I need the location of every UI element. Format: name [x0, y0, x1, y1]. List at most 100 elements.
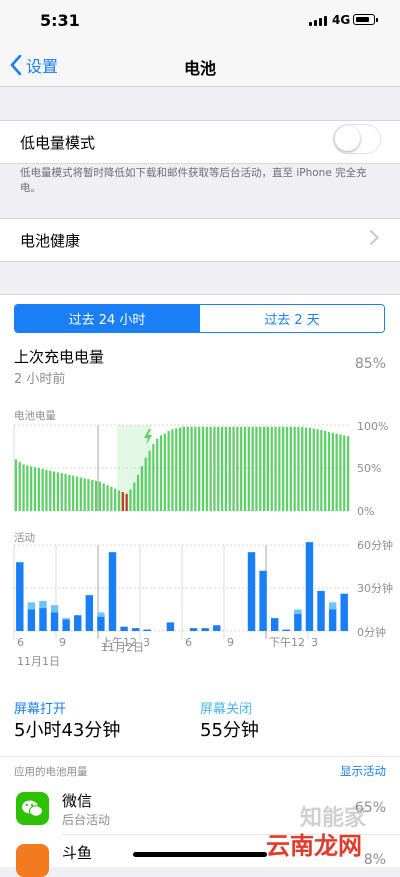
activity-y-label-60: 60分钟 [357, 538, 393, 552]
battery-bar [343, 435, 346, 511]
wechat-icon [16, 792, 49, 825]
x-tick-label: 3 [143, 636, 150, 649]
last-charge-time: 2 小时前 [14, 372, 66, 387]
screen-off-bar [328, 602, 337, 610]
battery-bar [114, 488, 117, 511]
battery-bar [255, 426, 258, 511]
battery-bar [83, 478, 86, 511]
tab-2-days[interactable]: 过去 2 天 [199, 305, 384, 332]
battery-bar [304, 427, 308, 511]
screen-on-bar [143, 629, 151, 631]
low-power-toggle[interactable] [333, 124, 381, 154]
date-label-nov1: 11月1日 [17, 655, 60, 668]
battery-bar [30, 466, 33, 511]
screen-off-bar [39, 600, 47, 609]
screen-on-bar [189, 628, 198, 631]
battery-bar [301, 426, 304, 511]
screen-on-bar [270, 618, 279, 631]
battery-bar [198, 426, 201, 511]
battery-bar [220, 426, 224, 511]
battery-bar [247, 426, 250, 511]
battery-bar [228, 426, 231, 511]
battery-bar [285, 426, 289, 511]
signal-icon [309, 16, 329, 26]
show-activity-button[interactable]: 显示活动 [300, 763, 386, 779]
battery-bar [320, 430, 323, 511]
watermark-line2: 云南龙网 [266, 832, 362, 860]
battery-bar [190, 426, 193, 511]
nav-bar: 设置 电池 [0, 44, 400, 87]
screen-on-bar [328, 609, 337, 631]
battery-bar [182, 426, 186, 511]
battery-bar [163, 433, 166, 511]
chevron-right-icon [370, 230, 379, 245]
battery-bar [259, 426, 262, 511]
screen-on-bar [50, 612, 59, 631]
screen-on-bar [201, 628, 209, 631]
battery-bar [324, 431, 327, 511]
screen-on-bar [166, 622, 175, 631]
x-tick-label: 6 [185, 636, 192, 649]
battery-bar [213, 426, 216, 511]
battery-bar [148, 450, 151, 511]
screen-on-bar [213, 625, 221, 631]
divider [0, 756, 400, 757]
battery-bar [102, 483, 105, 511]
battery-bar [316, 429, 319, 511]
screen-on-bar [27, 609, 36, 631]
battery-bar [251, 426, 254, 511]
screen-on-bar [294, 613, 302, 631]
screen-on-bar [305, 542, 314, 631]
network-type: 4G [332, 13, 351, 27]
screen-on-bar [74, 615, 82, 631]
battery-bar [91, 480, 94, 511]
battery-bar [110, 486, 113, 511]
battery-bar [331, 432, 334, 511]
battery-bar [140, 466, 144, 511]
screen-off-bar [27, 602, 36, 610]
last-charge-label: 上次充电电量 [14, 348, 105, 366]
battery-bar [175, 428, 178, 511]
screen-on-bar [340, 593, 348, 631]
x-tick-label: 9 [59, 636, 66, 649]
battery-bar [98, 481, 102, 511]
app-name: 斗鱼 [62, 844, 93, 862]
app-usage-header: 应用的电池用量 [14, 766, 88, 778]
battery-bar [335, 433, 338, 511]
page-title: 电池 [183, 59, 216, 78]
battery-bar [75, 476, 79, 511]
battery-icon [353, 14, 378, 25]
battery-health-cell[interactable]: 电池健康 [0, 218, 400, 262]
screen-on-bar [317, 590, 325, 631]
battery-bar [68, 474, 71, 511]
screen-on-bar [259, 570, 267, 631]
home-indicator [133, 852, 267, 857]
battery-bar [18, 461, 21, 511]
screen-on-bar [97, 616, 105, 631]
screen-on-bar [62, 619, 70, 631]
battery-y-label-100: 100% [357, 420, 388, 433]
app-subtitle: 后台活动 [62, 813, 111, 827]
battery-bar [209, 426, 212, 511]
app-name: 微信 [62, 792, 93, 810]
battery-bar [60, 473, 63, 511]
activity-y-label-0: 0分钟 [357, 625, 386, 639]
battery-bar [64, 474, 67, 511]
battery-bar [274, 426, 277, 511]
battery-bar [346, 436, 350, 511]
battery-bar [79, 477, 82, 511]
battery-bar [327, 431, 331, 511]
battery-bar [178, 427, 182, 511]
battery-bar [106, 485, 109, 511]
battery-bar [56, 472, 60, 511]
battery-bar [297, 426, 300, 511]
battery-bar [133, 482, 136, 511]
tab-24-hours[interactable]: 过去 24 小时 [15, 305, 199, 332]
battery-bar [156, 438, 159, 511]
screen-on-bar [131, 628, 140, 631]
toggle-knob [335, 126, 360, 151]
battery-bar [262, 426, 266, 511]
screen-on-bar [16, 562, 24, 631]
douyu-icon [16, 844, 49, 877]
status-time: 5:31 [40, 11, 80, 30]
